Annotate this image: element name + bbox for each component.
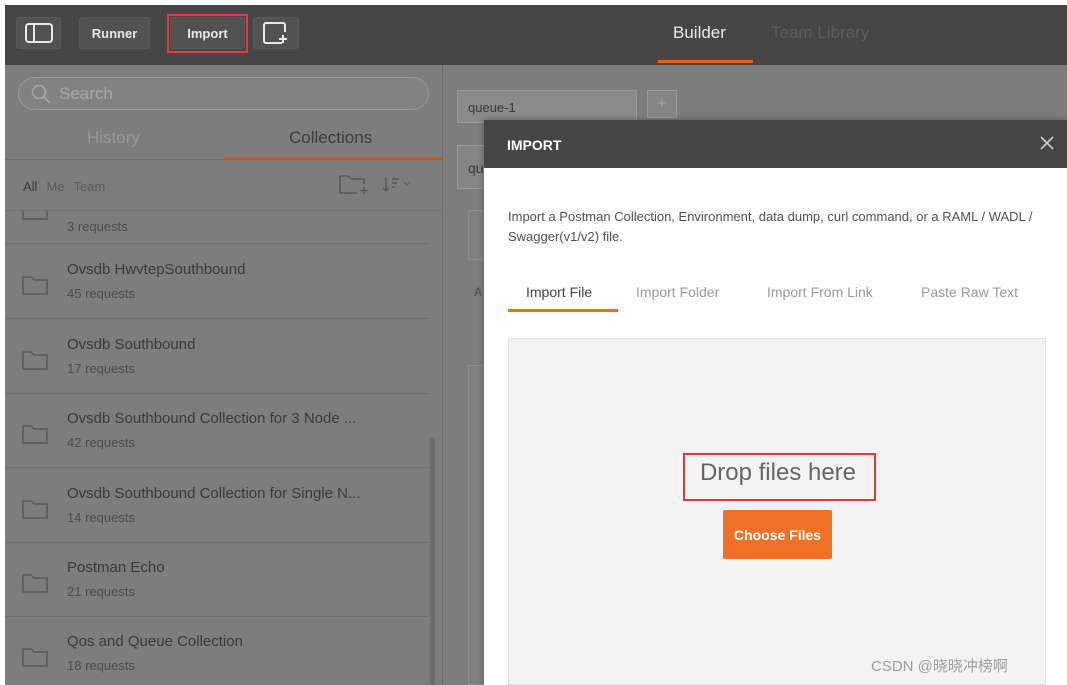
list-item[interactable]: 3 requests xyxy=(5,211,428,244)
request-count: 45 requests xyxy=(67,286,135,301)
new-window-button[interactable] xyxy=(253,17,299,49)
list-item[interactable]: Qos and Queue Collection 18 requests xyxy=(5,616,428,685)
collection-name: Qos and Queue Collection xyxy=(67,633,243,650)
active-tab-indicator xyxy=(508,309,618,312)
tab-paste-raw-text[interactable]: Paste Raw Text xyxy=(921,284,1018,300)
tab-builder[interactable]: Builder xyxy=(673,23,726,43)
divider xyxy=(5,159,442,160)
search-input[interactable] xyxy=(59,83,399,104)
choose-files-button[interactable]: Choose Files xyxy=(723,510,832,559)
import-modal: IMPORT Import a Postman Collection, Envi… xyxy=(484,120,1067,685)
filter-team[interactable]: Team xyxy=(74,179,106,194)
new-window-icon xyxy=(263,22,287,44)
add-tab-button[interactable]: + xyxy=(647,90,677,118)
runner-button[interactable]: Runner xyxy=(79,17,150,49)
list-item[interactable]: Ovsdb Southbound Collection for Single N… xyxy=(5,468,428,543)
modal-header: IMPORT xyxy=(484,120,1067,168)
request-count: 17 requests xyxy=(67,361,135,376)
search-box[interactable] xyxy=(18,77,429,110)
tab-collections[interactable]: Collections xyxy=(289,128,372,148)
folder-icon xyxy=(22,211,48,220)
import-description: Import a Postman Collection, Environment… xyxy=(508,209,1033,244)
tab-import-file[interactable]: Import File xyxy=(526,284,592,300)
modal-title: IMPORT xyxy=(507,137,562,153)
collection-filter: All Me Team xyxy=(23,179,105,194)
request-tab[interactable]: queue-1 xyxy=(457,90,637,123)
import-highlight-box xyxy=(167,14,248,53)
tab-import-folder[interactable]: Import Folder xyxy=(636,284,719,300)
request-count: 3 requests xyxy=(67,219,128,234)
sidebar-icon xyxy=(24,23,53,43)
tab-history[interactable]: History xyxy=(87,128,140,148)
collection-name: Postman Echo xyxy=(67,559,165,576)
list-item[interactable]: Postman Echo 21 requests xyxy=(5,542,428,617)
folder-icon xyxy=(22,276,48,295)
folder-icon xyxy=(22,351,48,370)
builder-tab-indicator xyxy=(658,60,753,63)
sort-icon[interactable] xyxy=(382,174,412,194)
folder-icon xyxy=(22,500,48,519)
request-count: 18 requests xyxy=(67,658,135,673)
drop-text-highlight-box xyxy=(683,453,876,501)
collection-name: Ovsdb Southbound Collection for Single N… xyxy=(67,485,361,502)
list-item[interactable]: Ovsdb Southbound 17 requests xyxy=(5,319,428,394)
tab-authorization[interactable]: A xyxy=(474,285,482,299)
collection-name: Ovsdb HwvtepSouthbound xyxy=(67,261,246,278)
top-toolbar: Runner Import Builder Team Library xyxy=(5,5,1067,65)
list-item[interactable]: Ovsdb HwvtepSouthbound 45 requests xyxy=(5,244,428,319)
filter-all[interactable]: All xyxy=(23,179,37,194)
request-count: 21 requests xyxy=(67,584,135,599)
close-icon[interactable] xyxy=(1037,133,1057,153)
tab-import-from-link[interactable]: Import From Link xyxy=(767,284,873,300)
sidebar-scrollbar[interactable] xyxy=(430,437,435,685)
search-icon xyxy=(31,84,51,104)
collection-name: Ovsdb Southbound Collection for 3 Node .… xyxy=(67,410,357,427)
new-collection-icon[interactable] xyxy=(338,173,370,195)
tab-team-library[interactable]: Team Library xyxy=(771,23,869,43)
toggle-sidebar-button[interactable] xyxy=(16,17,61,49)
list-item[interactable]: Ovsdb Southbound Collection for 3 Node .… xyxy=(5,393,428,468)
request-count: 14 requests xyxy=(67,510,135,525)
collection-actions xyxy=(338,173,412,195)
folder-icon xyxy=(22,574,48,593)
folder-icon xyxy=(22,425,48,444)
request-count: 42 requests xyxy=(67,435,135,450)
filter-me[interactable]: Me xyxy=(46,179,64,194)
collection-name: Ovsdb Southbound xyxy=(67,336,196,353)
folder-icon xyxy=(22,648,48,667)
collection-list: 3 requests Ovsdb HwvtepSouthbound 45 req… xyxy=(5,211,442,685)
sidebar: History Collections All Me Team 3 req xyxy=(5,65,442,685)
file-drop-zone[interactable]: Drop files here Choose Files xyxy=(508,338,1046,685)
watermark: CSDN @晓晓冲榜啊 xyxy=(871,658,1008,675)
